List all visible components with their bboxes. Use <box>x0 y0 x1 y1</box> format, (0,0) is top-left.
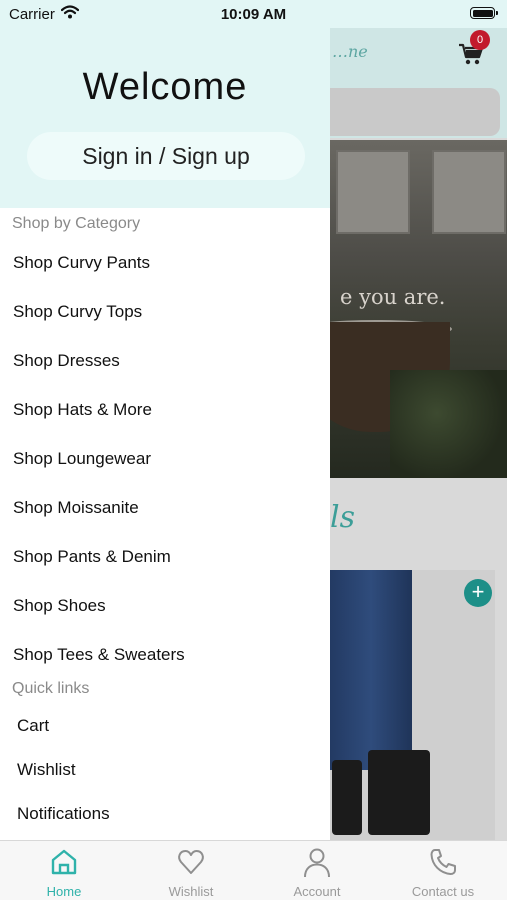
tab-contact-label: Contact us <box>411 884 475 899</box>
welcome-title: Welcome <box>82 66 248 108</box>
cart-count-badge: 0 <box>470 30 490 50</box>
status-time: 10:09 AM <box>220 6 287 23</box>
sign-in-button[interactable]: Sign in / Sign up <box>27 132 305 180</box>
menu-item-moissanite[interactable]: Shop Moissanite <box>13 498 139 518</box>
hero-window-right <box>432 150 506 234</box>
section-heading: ls <box>330 500 355 535</box>
product-image-boot-left <box>332 760 362 835</box>
tab-contact[interactable]: Contact us <box>380 841 506 901</box>
hero-text: e you are. <box>340 285 446 309</box>
product-image-boot-right <box>368 750 430 835</box>
tab-wishlist-label: Wishlist <box>168 884 214 899</box>
brand-logo: …ne <box>332 42 368 61</box>
section-heading-area: ls <box>330 478 507 570</box>
tab-account[interactable]: Account <box>254 841 380 901</box>
battery-icon <box>470 7 498 19</box>
hero-banner: e you are. <box>330 140 507 478</box>
drawer-header: Welcome Sign in / Sign up <box>0 0 330 208</box>
tab-wishlist[interactable]: Wishlist <box>128 841 254 901</box>
quick-link-notifications[interactable]: Notifications <box>17 804 110 824</box>
tab-home-label: Home <box>46 884 82 899</box>
quick-link-cart[interactable]: Cart <box>17 716 49 736</box>
menu-item-curvy-tops[interactable]: Shop Curvy Tops <box>13 302 142 322</box>
quick-links-heading: Quick links <box>12 680 90 697</box>
menu-item-loungewear[interactable]: Shop Loungewear <box>13 449 151 469</box>
phone-icon <box>430 849 456 875</box>
navigation-drawer: Welcome Sign in / Sign up Shop by Catego… <box>0 0 330 840</box>
menu-item-tees-sweaters[interactable]: Shop Tees & Sweaters <box>13 645 185 665</box>
menu-item-hats[interactable]: Shop Hats & More <box>13 400 152 420</box>
menu-item-dresses[interactable]: Shop Dresses <box>13 351 120 371</box>
user-icon <box>304 848 330 878</box>
menu-item-curvy-pants[interactable]: Shop Curvy Pants <box>13 253 150 273</box>
hero-window-left <box>336 150 410 234</box>
hero-plants <box>390 370 507 478</box>
product-card[interactable] <box>330 570 495 840</box>
tab-home[interactable]: Home <box>1 841 127 901</box>
menu-item-pants-denim[interactable]: Shop Pants & Denim <box>13 547 171 567</box>
add-to-cart-button[interactable]: + <box>464 579 492 607</box>
menu-item-shoes[interactable]: Shop Shoes <box>13 596 106 616</box>
quick-link-wishlist[interactable]: Wishlist <box>17 760 76 780</box>
status-bar: Carrier 10:09 AM <box>0 0 507 28</box>
product-image-jeans <box>330 570 412 770</box>
tab-bar: Home Wishlist Account Contact us <box>0 840 507 900</box>
tab-account-label: Account <box>293 884 341 899</box>
background-header: …ne 0 <box>330 28 507 138</box>
home-icon <box>51 849 77 875</box>
background-search-bar[interactable] <box>330 88 500 136</box>
heart-icon <box>178 850 204 874</box>
background-screen[interactable]: …ne 0 e you are. ls + <box>330 28 507 840</box>
category-heading: Shop by Category <box>12 215 141 232</box>
